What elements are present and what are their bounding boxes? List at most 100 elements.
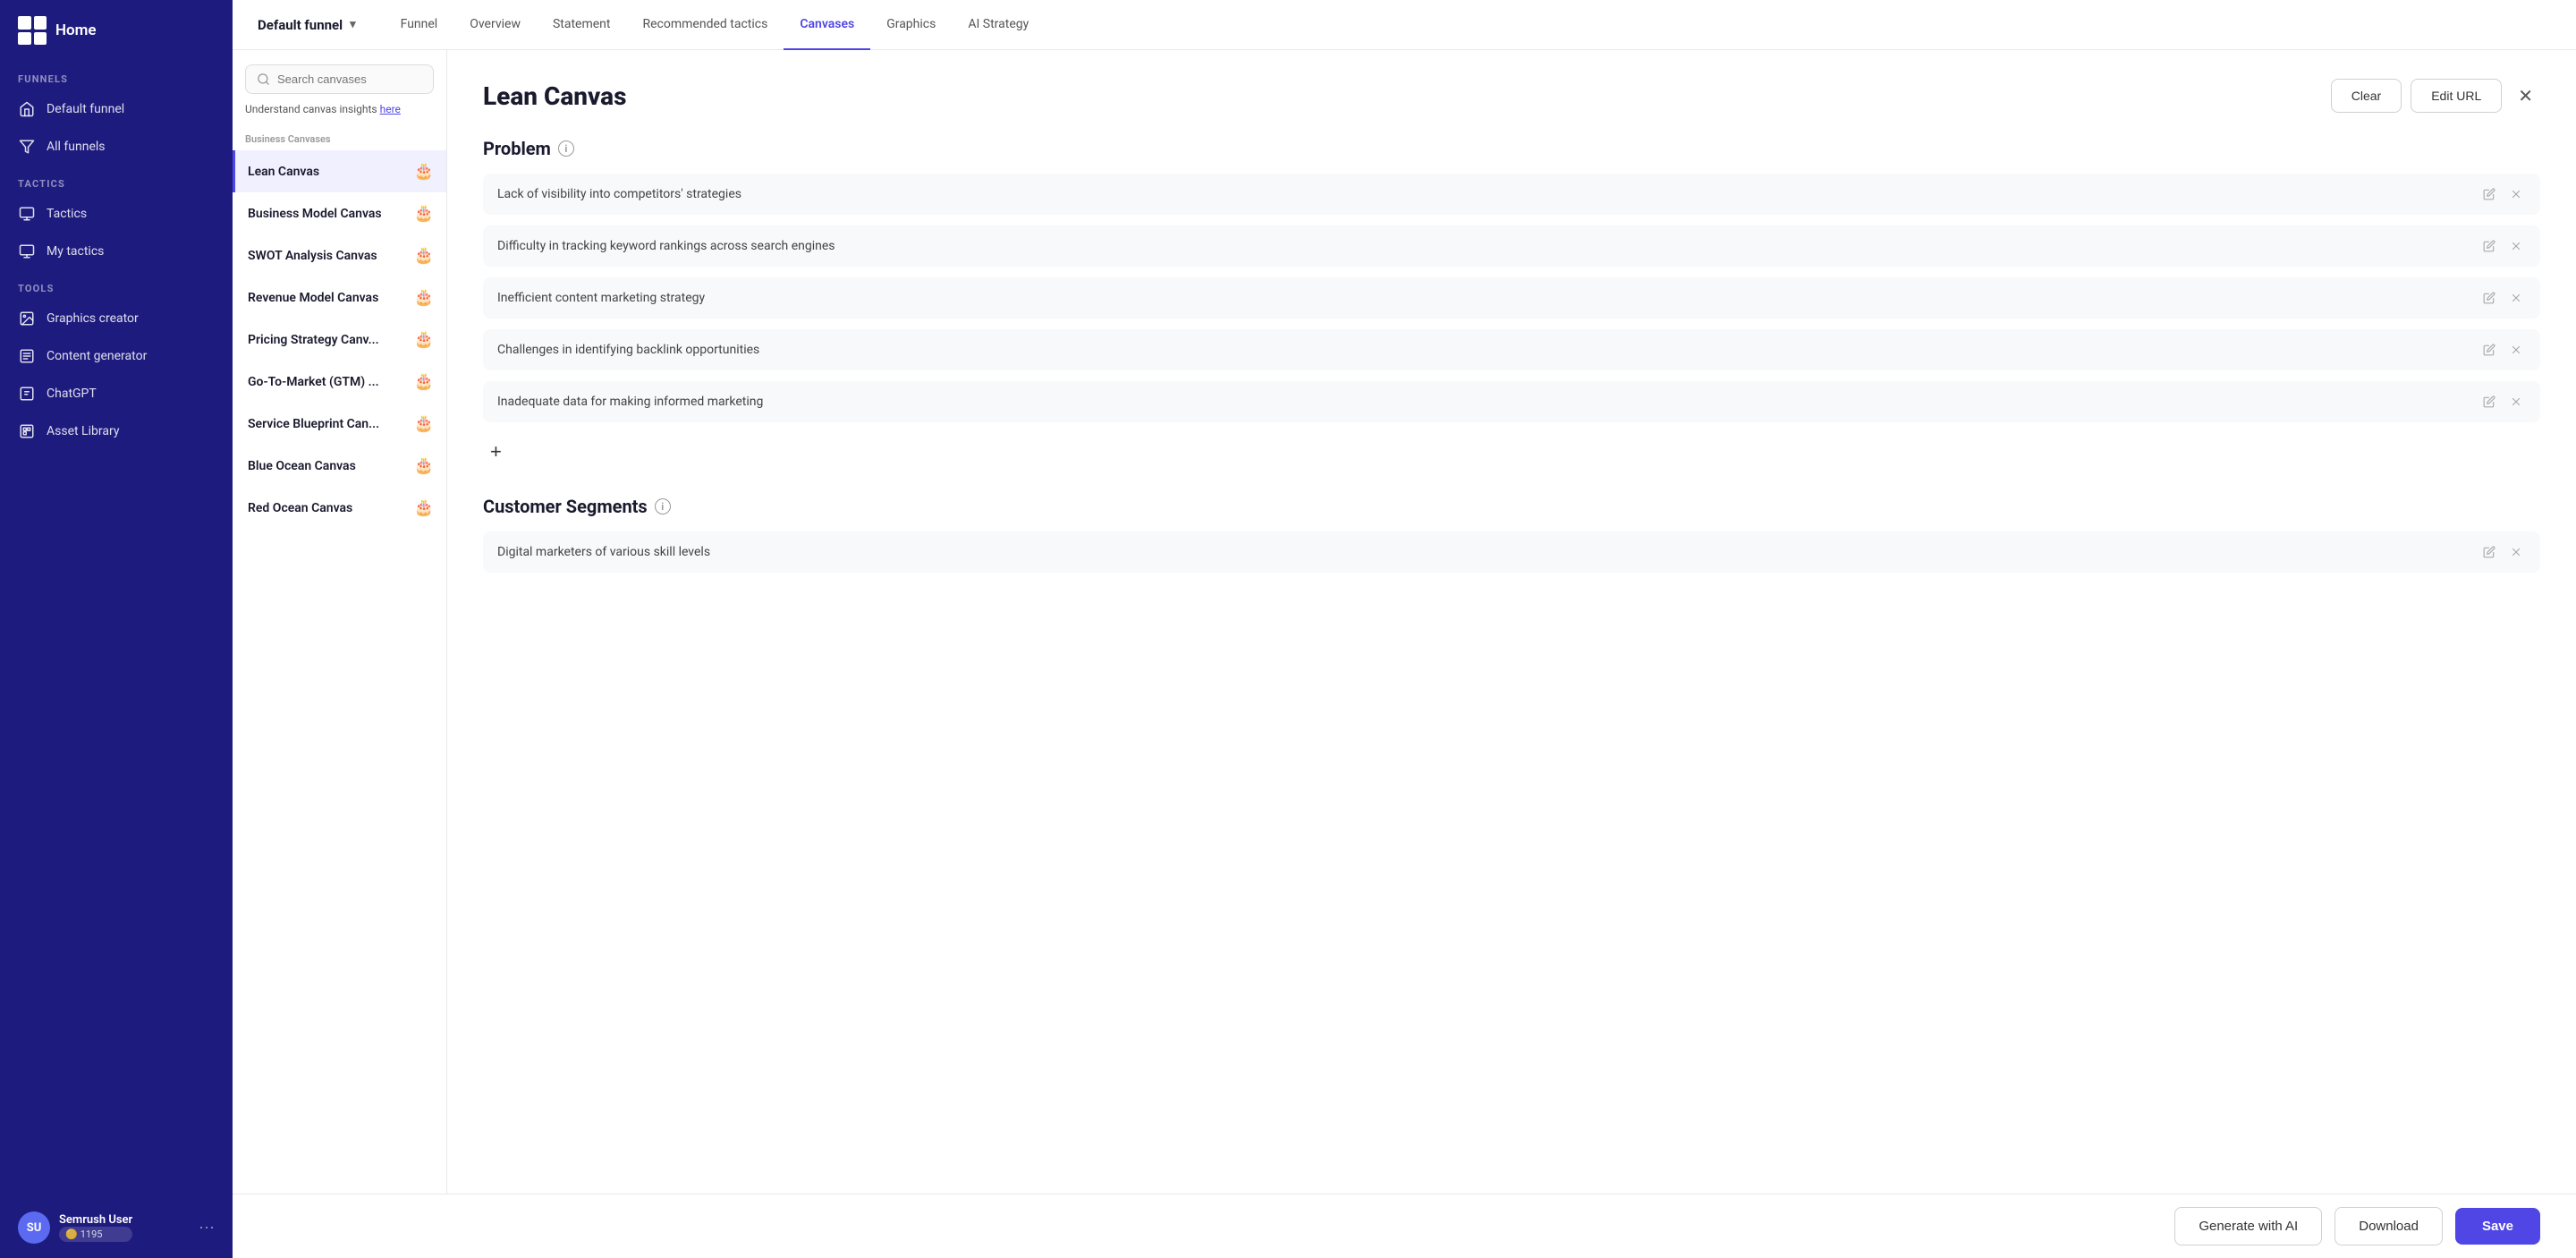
sidebar-footer: SU Semrush User 🟡 1195 ⋯ <box>0 1197 233 1258</box>
sidebar-item-label: Tactics <box>47 207 87 221</box>
remove-item-button[interactable] <box>2506 394 2526 410</box>
canvas-item-revenue-model[interactable]: Revenue Model Canvas 🎂 <box>233 276 446 319</box>
canvas-item-gtm[interactable]: Go-To-Market (GTM) ... 🎂 <box>233 361 446 403</box>
canvas-header-actions: Clear Edit URL ✕ <box>2331 79 2540 113</box>
content-area: Understand canvas insights here Business… <box>233 50 2576 1258</box>
table-row: Inadequate data for making informed mark… <box>483 381 2540 422</box>
edit-item-button[interactable] <box>2479 186 2499 202</box>
item-actions <box>2479 394 2526 410</box>
avatar: SU <box>18 1211 50 1244</box>
sidebar-item-chatgpt[interactable]: ChatGPT <box>0 375 233 412</box>
coin-badge: 🟡 1195 <box>59 1227 132 1242</box>
graphics-icon <box>18 310 36 327</box>
edit-item-button[interactable] <box>2479 238 2499 254</box>
sidebar-logo-text: Home <box>55 21 97 39</box>
remove-item-button[interactable] <box>2506 186 2526 202</box>
tab-ai-strategy[interactable]: AI Strategy <box>952 0 1045 50</box>
insight-text: Understand canvas insights here <box>233 103 446 126</box>
customer-segment-text: Digital marketers of various skill level… <box>497 545 2470 559</box>
sidebar-logo[interactable]: Home <box>0 0 233 61</box>
edit-url-button[interactable]: Edit URL <box>2411 79 2502 113</box>
tab-recommended-tactics[interactable]: Recommended tactics <box>627 0 784 50</box>
coin-count: 1195 <box>80 1228 103 1240</box>
tab-canvases[interactable]: Canvases <box>784 0 870 50</box>
tab-statement[interactable]: Statement <box>537 0 627 50</box>
item-actions <box>2479 290 2526 306</box>
canvas-item-label: Blue Ocean Canvas <box>248 459 356 473</box>
canvas-item-label: Service Blueprint Can... <box>248 417 379 431</box>
asset-icon <box>18 422 36 440</box>
canvas-item-business-model[interactable]: Business Model Canvas 🎂 <box>233 192 446 234</box>
canvas-item-blue-ocean[interactable]: Blue Ocean Canvas 🎂 <box>233 445 446 487</box>
remove-item-button[interactable] <box>2506 544 2526 560</box>
canvas-item-icon: 🎂 <box>414 288 434 307</box>
item-actions <box>2479 186 2526 202</box>
edit-item-button[interactable] <box>2479 290 2499 306</box>
insight-link[interactable]: here <box>380 103 401 115</box>
remove-item-button[interactable] <box>2506 290 2526 306</box>
user-name: Semrush User <box>59 1213 132 1227</box>
remove-item-button[interactable] <box>2506 238 2526 254</box>
avatar-initials: SU <box>27 1221 42 1235</box>
tab-overview[interactable]: Overview <box>453 0 537 50</box>
funnel-title[interactable]: Default funnel ▾ <box>258 17 356 33</box>
customer-segments-info-icon[interactable]: i <box>655 498 671 514</box>
main-area: Default funnel ▾ Funnel Overview Stateme… <box>233 0 2576 1258</box>
customer-segments-section: Customer Segments i Digital marketers of… <box>483 496 2540 573</box>
sidebar-item-tactics[interactable]: Tactics <box>0 195 233 233</box>
tools-section-label: TOOLS <box>0 270 233 300</box>
canvas-item-service-blueprint[interactable]: Service Blueprint Can... 🎂 <box>233 403 446 445</box>
content-icon <box>18 347 36 365</box>
problem-section-title: Problem i <box>483 138 2540 159</box>
canvas-item-icon: 🎂 <box>414 372 434 391</box>
table-row: Inefficient content marketing strategy <box>483 277 2540 319</box>
clear-button[interactable]: Clear <box>2331 79 2402 113</box>
canvas-item-icon: 🎂 <box>414 456 434 475</box>
home-grid-icon <box>18 16 47 45</box>
sidebar-item-graphics-creator[interactable]: Graphics creator <box>0 300 233 337</box>
sidebar-item-content-generator[interactable]: Content generator <box>0 337 233 375</box>
sidebar-item-all-funnels[interactable]: All funnels <box>0 128 233 166</box>
remove-item-button[interactable] <box>2506 342 2526 358</box>
sidebar-item-my-tactics[interactable]: My tactics <box>0 233 233 270</box>
canvas-item-label: Revenue Model Canvas <box>248 291 378 305</box>
tab-graphics[interactable]: Graphics <box>870 0 952 50</box>
generate-ai-button[interactable]: Generate with AI <box>2174 1207 2322 1245</box>
canvas-detail: Lean Canvas Clear Edit URL ✕ Problem i L… <box>447 50 2576 1258</box>
sidebar-item-label: All funnels <box>47 140 106 154</box>
canvas-panel: Understand canvas insights here Business… <box>233 50 447 1258</box>
tactics-icon <box>18 205 36 223</box>
canvas-item-label: SWOT Analysis Canvas <box>248 249 377 263</box>
item-actions <box>2479 342 2526 358</box>
table-row: Difficulty in tracking keyword rankings … <box>483 225 2540 267</box>
search-box <box>233 50 446 103</box>
save-button[interactable]: Save <box>2455 1208 2540 1245</box>
problem-info-icon[interactable]: i <box>558 140 574 157</box>
search-icon <box>257 72 270 86</box>
table-row: Digital marketers of various skill level… <box>483 531 2540 573</box>
canvas-item-red-ocean[interactable]: Red Ocean Canvas 🎂 <box>233 487 446 529</box>
edit-item-button[interactable] <box>2479 394 2499 410</box>
chevron-down-icon: ▾ <box>350 18 356 31</box>
canvas-item-pricing-strategy[interactable]: Pricing Strategy Canv... 🎂 <box>233 319 446 361</box>
close-button[interactable]: ✕ <box>2511 81 2540 111</box>
sidebar-item-default-funnel[interactable]: Default funnel <box>0 90 233 128</box>
canvas-item-icon: 🎂 <box>414 414 434 433</box>
edit-item-button[interactable] <box>2479 342 2499 358</box>
search-input[interactable] <box>277 72 422 86</box>
add-problem-item-button[interactable]: + <box>483 437 509 467</box>
tactics-section-label: TACTICS <box>0 166 233 195</box>
download-button[interactable]: Download <box>2334 1207 2443 1245</box>
canvas-item-icon: 🎂 <box>414 246 434 265</box>
more-options-icon[interactable]: ⋯ <box>199 1219 215 1237</box>
canvas-item-label: Lean Canvas <box>248 165 319 179</box>
tab-funnel[interactable]: Funnel <box>385 0 454 50</box>
canvas-item-swot[interactable]: SWOT Analysis Canvas 🎂 <box>233 234 446 276</box>
canvas-item-label: Go-To-Market (GTM) ... <box>248 375 379 389</box>
sidebar-item-label: Graphics creator <box>47 311 139 326</box>
canvas-item-icon: 🎂 <box>414 204 434 223</box>
item-actions <box>2479 238 2526 254</box>
canvas-item-lean-canvas[interactable]: Lean Canvas 🎂 <box>233 150 446 192</box>
edit-item-button[interactable] <box>2479 544 2499 560</box>
sidebar-item-asset-library[interactable]: Asset Library <box>0 412 233 450</box>
